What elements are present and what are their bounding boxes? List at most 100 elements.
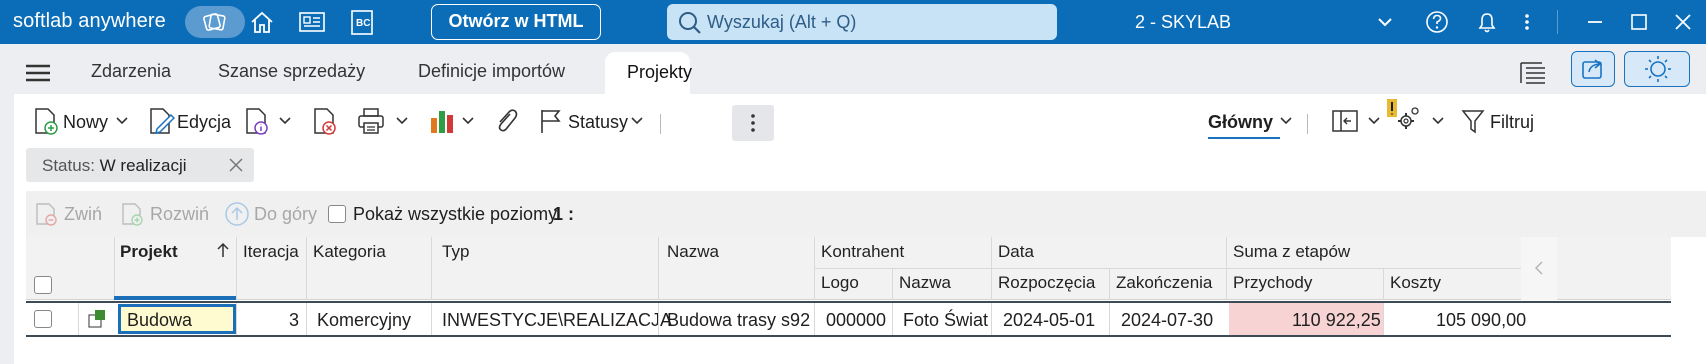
arrow-up-circle-icon xyxy=(225,202,249,226)
filter-button[interactable]: Filtruj xyxy=(1460,106,1540,136)
col-header-name[interactable]: Nazwa xyxy=(667,242,719,262)
level-indicator: 1 : xyxy=(553,204,575,224)
home-icon[interactable] xyxy=(247,8,277,36)
select-all-checkbox[interactable] xyxy=(34,276,52,294)
row-revenue: 110 922,25 xyxy=(1292,310,1381,330)
row-checkbox[interactable] xyxy=(34,310,52,328)
attachment-button[interactable] xyxy=(492,106,522,136)
col-divider xyxy=(1226,237,1227,300)
close-icon[interactable] xyxy=(1668,8,1698,36)
document-info-button[interactable] xyxy=(243,106,299,136)
expand-label: Rozwiń xyxy=(150,204,210,224)
collapse-button[interactable]: Zwiń xyxy=(34,200,118,228)
bell-icon[interactable] xyxy=(1472,8,1502,36)
panel-toggle-button[interactable] xyxy=(1330,106,1384,136)
theme-toggle-button[interactable] xyxy=(1624,51,1690,87)
expand-icon xyxy=(122,203,143,226)
tab-szanse-sprzedazy[interactable]: Szanse sprzedaży xyxy=(218,61,365,82)
company-selector[interactable]: 2 - SKYLAB xyxy=(1135,12,1231,33)
row-type: INWESTYCJE\REALIZACJA xyxy=(442,310,673,330)
share-icon xyxy=(1582,59,1602,79)
sort-ascending-icon[interactable] xyxy=(216,241,230,259)
col-header-date-end[interactable]: Zakończenia xyxy=(1116,273,1212,293)
chart-button[interactable] xyxy=(428,106,488,136)
chevron-down-icon[interactable] xyxy=(1370,8,1400,36)
share-button[interactable] xyxy=(1571,51,1615,87)
tab-projekty-label: Projekty xyxy=(627,62,693,82)
table-row[interactable]: Budowa 3 Komercyjny INWESTYCJE\REALIZACJ… xyxy=(26,301,1671,337)
status-filter-chip[interactable]: Status: W realizacji xyxy=(26,148,254,182)
chevron-down-icon xyxy=(631,117,643,125)
delete-document-button[interactable] xyxy=(311,106,341,136)
search-placeholder: Wyszukaj (Alt + Q) xyxy=(707,12,857,32)
col-header-date: Data xyxy=(998,242,1034,261)
expand-button[interactable]: Rozwiń xyxy=(120,200,220,228)
minimize-icon[interactable] xyxy=(1580,8,1610,36)
chevron-down-icon xyxy=(1368,117,1380,125)
open-in-html-button[interactable]: Otwórz w HTML xyxy=(431,4,601,40)
filter-button-label: Filtruj xyxy=(1490,112,1534,132)
col-header-contractor-name[interactable]: Nazwa xyxy=(899,273,951,293)
chevron-down-icon xyxy=(396,117,408,125)
col-header-contractor-logo[interactable]: Logo xyxy=(821,273,859,293)
search-input[interactable]: Wyszukaj (Alt + Q) xyxy=(667,4,1057,40)
new-button-label: Nowy xyxy=(63,112,109,132)
bc-icon-text: BC xyxy=(356,18,371,29)
col-divider xyxy=(236,303,237,335)
row-contractor-logo: 000000 xyxy=(826,310,887,330)
maximize-icon[interactable] xyxy=(1624,8,1654,36)
chevron-down-icon xyxy=(1280,117,1292,125)
col-header-date-start[interactable]: Rozpoczęcia xyxy=(998,273,1095,293)
bc-icon[interactable]: BC xyxy=(347,8,377,36)
grid-scroll-right[interactable] xyxy=(1521,237,1557,300)
status-filter-value: W realizacji xyxy=(99,156,187,175)
go-up-button[interactable]: Do góry xyxy=(224,200,324,228)
project-cell-editor[interactable]: Budowa xyxy=(118,304,236,334)
col-header-costs[interactable]: Koszty xyxy=(1390,273,1441,293)
col-divider xyxy=(306,303,307,335)
show-all-levels-checkbox[interactable] xyxy=(328,205,346,223)
search-icon xyxy=(679,12,701,34)
remove-filter-icon[interactable] xyxy=(228,157,244,173)
col-header-iteration[interactable]: Iteracja xyxy=(243,242,299,262)
col-divider xyxy=(892,268,893,300)
list-settings-icon[interactable] xyxy=(1518,59,1548,85)
chevron-down-icon xyxy=(462,117,474,125)
col-divider xyxy=(1383,268,1384,300)
tab-zdarzenia[interactable]: Zdarzenia xyxy=(91,61,171,82)
edit-document-icon xyxy=(150,108,175,135)
col-header-project[interactable]: Projekt xyxy=(120,242,178,262)
print-button[interactable] xyxy=(356,106,412,136)
status-filter-prefix: Status: xyxy=(42,156,100,175)
help-icon[interactable] xyxy=(1422,8,1452,36)
settings-button[interactable] xyxy=(1386,98,1448,129)
status-filter-text: Status: W realizacji xyxy=(42,156,187,176)
titlebar-divider xyxy=(1557,10,1558,34)
new-button[interactable]: Nowy xyxy=(32,106,142,136)
row-name: Budowa trasy s92 xyxy=(667,310,811,330)
grid-header: Projekt Iteracja Kategoria Typ Nazwa Kon… xyxy=(26,237,1671,300)
row-contractor-name: Foto Świat xyxy=(903,310,989,330)
bar-chart-icon xyxy=(431,111,453,133)
row-project: Budowa xyxy=(127,310,193,330)
edit-button-label: Edycja xyxy=(177,112,232,132)
apps-icon xyxy=(203,13,226,31)
news-icon[interactable] xyxy=(297,8,327,36)
more-actions-button[interactable] xyxy=(732,105,774,141)
sun-icon xyxy=(1645,56,1671,82)
more-vertical-icon[interactable] xyxy=(1512,8,1542,36)
edit-button[interactable]: Edycja xyxy=(147,106,247,136)
col-divider xyxy=(991,237,992,300)
row-date-end: 2024-07-30 xyxy=(1121,310,1214,330)
col-header-type[interactable]: Typ xyxy=(442,242,469,262)
tab-projekty[interactable]: Projekty xyxy=(605,52,693,94)
apps-switcher-button[interactable] xyxy=(185,6,245,38)
col-header-revenue[interactable]: Przychody xyxy=(1233,273,1312,293)
col-divider xyxy=(114,237,115,300)
col-divider xyxy=(892,303,893,335)
tab-definicje-importow[interactable]: Definicje importów xyxy=(418,61,565,82)
col-header-category[interactable]: Kategoria xyxy=(313,242,386,262)
menu-icon[interactable] xyxy=(25,64,51,82)
statuses-button[interactable]: Statusy xyxy=(537,106,649,136)
view-selector[interactable]: Główny xyxy=(1208,106,1294,139)
